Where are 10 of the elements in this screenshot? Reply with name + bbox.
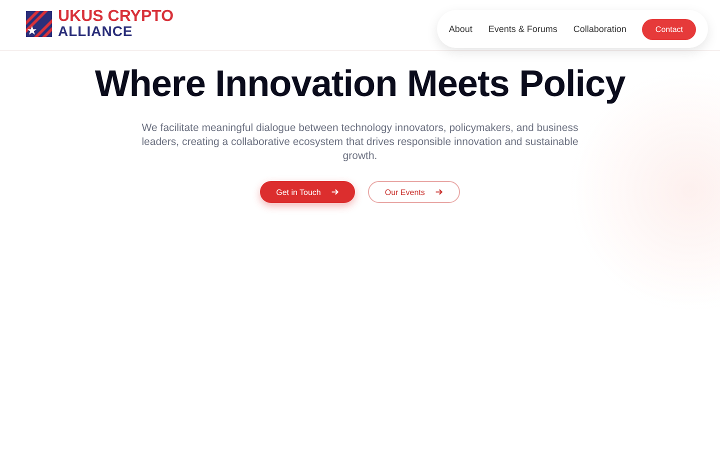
- hero-text: We facilitate meaningful dialogue between technology innovators, policymakers, and business leaders, creating a collaborative ecosystem that drives responsible innovation and sustainable growth.: [140, 121, 580, 163]
- events-button[interactable]: Our Events: [368, 181, 460, 203]
- nav-link[interactable]: Collaboration: [573, 24, 626, 34]
- nav-link[interactable]: About: [448, 24, 472, 34]
- logo-title: UKUS CRYPTO: [58, 10, 174, 24]
- hero-title: Where Innovation Meets Policy: [94, 63, 626, 105]
- get-in-touch-button[interactable]: Get in Touch: [260, 181, 355, 203]
- logo-subtitle: ALLIANCE: [58, 24, 134, 38]
- nav-link[interactable]: Events & Forums: [488, 24, 558, 34]
- contact-button[interactable]: Contact: [642, 18, 696, 40]
